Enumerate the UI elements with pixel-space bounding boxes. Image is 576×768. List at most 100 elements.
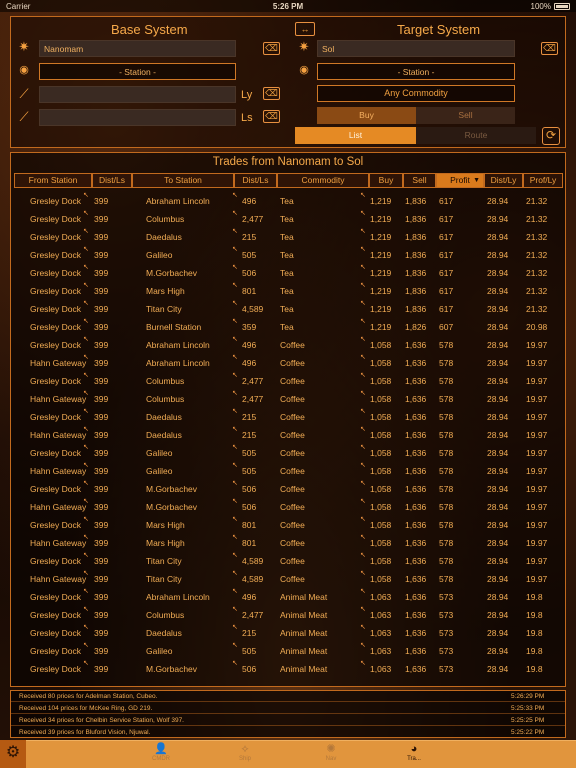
table-row[interactable]: Hahn Gateway 399 M.Gorbachev 506 Coffee 1,058… [14, 497, 564, 515]
table-cell: 19.97 [526, 376, 548, 386]
table-cell: 215 [242, 628, 257, 638]
table-row[interactable]: Gresley Dock 399 Abraham Lincoln 496 Coffee 1… [14, 335, 564, 353]
table-row[interactable]: Gresley Dock 399 Daedalus 215 Animal Meat 1,0… [14, 623, 564, 641]
clear-icon[interactable]: ⌫ [541, 42, 558, 55]
table-cell: 399 [94, 448, 109, 458]
table-row[interactable]: Gresley Dock 399 Columbus 2,477 Animal Meat 1… [14, 605, 564, 623]
tab-cmdr[interactable]: 👤 CMDR [131, 743, 191, 767]
route-tab[interactable]: Route [416, 127, 536, 144]
table-cell: 28.94 [487, 484, 509, 494]
table-row[interactable]: Gresley Dock 399 Abraham Lincoln 496 Animal … [14, 587, 564, 605]
corner-tick-icon: ↖ [360, 588, 366, 595]
table-row[interactable]: Hahn Gateway 399 Daedalus 215 Coffee 1,058 1,6… [14, 425, 564, 443]
base-distance-ly-input[interactable] [39, 86, 236, 103]
table-row[interactable]: Gresley Dock 399 Galileo 505 Tea 1,219 1,836 61… [14, 245, 564, 263]
corner-tick-icon: ↖ [232, 426, 238, 433]
table-cell: 28.94 [487, 610, 509, 620]
column-header[interactable]: Sell [403, 173, 436, 188]
table-cell: 1,058 [370, 502, 392, 512]
target-station-selector[interactable]: - Station - [317, 63, 515, 80]
gear-icon[interactable]: ⚙ [0, 740, 26, 768]
corner-tick-icon: ↖ [83, 336, 89, 343]
table-cell: 1,636 [405, 538, 427, 548]
table-cell: 1,058 [370, 358, 392, 368]
table-cell: 28.94 [487, 394, 509, 404]
table-cell: 399 [94, 538, 109, 548]
corner-tick-icon: ↖ [232, 282, 238, 289]
table-row[interactable]: Hahn Gateway 399 Mars High 801 Coffee 1,058 1,… [14, 533, 564, 551]
column-header[interactable]: From Station [14, 173, 92, 188]
table-cell: 1,063 [370, 628, 392, 638]
target-system-input[interactable]: Sol [317, 40, 515, 57]
table-cell: Gresley Dock [30, 214, 82, 224]
clear-icon[interactable]: ⌫ [263, 42, 280, 55]
base-distance-ls-input[interactable] [39, 109, 236, 126]
table-cell: 1,219 [370, 322, 392, 332]
clear-icon[interactable]: ⌫ [263, 87, 280, 100]
swap-icon[interactable]: ↔ [295, 22, 315, 36]
table-cell: 399 [94, 232, 109, 242]
column-header[interactable]: Prof/Ly [523, 173, 563, 188]
table-row[interactable]: Gresley Dock 399 Columbus 2,477 Coffee 1,058 1… [14, 371, 564, 389]
column-header[interactable]: Dist/Ls [92, 173, 132, 188]
table-row[interactable]: Gresley Dock 399 Galileo 505 Animal Meat 1,06… [14, 641, 564, 659]
table-cell: 578 [439, 556, 454, 566]
table-row[interactable]: Gresley Dock 399 Abraham Lincoln 496 Tea 1,21… [14, 191, 564, 209]
table-row[interactable]: Gresley Dock 399 M.Gorbachev 506 Animal Meat… [14, 659, 564, 677]
table-cell: 801 [242, 286, 257, 296]
table-row[interactable]: Gresley Dock 399 Daedalus 215 Tea 1,219 1,836 6… [14, 227, 564, 245]
table-cell: Gresley Dock [30, 646, 82, 656]
table-cell: 28.94 [487, 340, 509, 350]
table-row[interactable]: Gresley Dock 399 Mars High 801 Tea 1,219 1,836… [14, 281, 564, 299]
table-row[interactable]: Gresley Dock 399 M.Gorbachev 506 Coffee 1,058… [14, 479, 564, 497]
table-row[interactable]: Gresley Dock 399 Mars High 801 Coffee 1,058 1,… [14, 515, 564, 533]
list-tab[interactable]: List [295, 127, 416, 144]
column-header[interactable]: Buy [369, 173, 403, 188]
table-cell: Burnell Station [146, 322, 202, 332]
table-row[interactable]: Hahn Gateway 399 Titan City 4,589 Coffee 1,05… [14, 569, 564, 587]
table-cell: 399 [94, 214, 109, 224]
tab-tra[interactable]: ◕ Tra... [384, 743, 444, 767]
corner-tick-icon: ↖ [360, 372, 366, 379]
table-cell: Tea [280, 214, 294, 224]
table-row[interactable]: Hahn Gateway 399 Galileo 505 Coffee 1,058 1,63… [14, 461, 564, 479]
buy-toggle[interactable]: Buy [317, 107, 416, 124]
tab-nav[interactable]: ✺ Nav [301, 743, 361, 767]
table-row[interactable]: Gresley Dock 399 Galileo 505 Coffee 1,058 1,63… [14, 443, 564, 461]
refresh-icon[interactable]: ⟳ [542, 127, 560, 145]
base-system-input[interactable]: Nanomam [39, 40, 236, 57]
corner-tick-icon: ↖ [360, 462, 366, 469]
table-cell: Mars High [146, 520, 185, 530]
corner-tick-icon: ↖ [83, 462, 89, 469]
column-header[interactable]: Dist/Ly [484, 173, 523, 188]
table-cell: 19.97 [526, 412, 548, 422]
table-row[interactable]: Gresley Dock 399 M.Gorbachev 506 Tea 1,219 1,8… [14, 263, 564, 281]
base-station-selector[interactable]: - Station - [39, 63, 236, 80]
table-row[interactable]: Gresley Dock 399 Columbus 2,477 Tea 1,219 1,83… [14, 209, 564, 227]
tab-ship[interactable]: ⟡ Ship [215, 743, 275, 767]
table-row[interactable]: Gresley Dock 399 Titan City 4,589 Tea 1,219 1,… [14, 299, 564, 317]
tab-label: CMDR [152, 756, 170, 762]
clear-icon[interactable]: ⌫ [263, 110, 280, 123]
table-row[interactable]: Gresley Dock 399 Daedalus 215 Coffee 1,058 1,6… [14, 407, 564, 425]
table-cell: 28.94 [487, 304, 509, 314]
column-header[interactable]: Profit ▼ [436, 173, 484, 188]
column-header[interactable]: To Station [132, 173, 234, 188]
table-row[interactable]: Gresley Dock 399 Titan City 4,589 Coffee 1,05… [14, 551, 564, 569]
table-cell: 399 [94, 304, 109, 314]
column-header[interactable]: Dist/Ls [234, 173, 277, 188]
table-row[interactable]: Hahn Gateway 399 Abraham Lincoln 496 Coffee 1… [14, 353, 564, 371]
corner-tick-icon: ↖ [83, 282, 89, 289]
table-cell: 801 [242, 538, 257, 548]
column-header[interactable]: Commodity [277, 173, 369, 188]
table-cell: 1,636 [405, 574, 427, 584]
table-cell: Tea [280, 268, 294, 278]
commodity-selector[interactable]: Any Commodity [317, 85, 515, 102]
table-row[interactable]: Hahn Gateway 399 Columbus 2,477 Coffee 1,058 1… [14, 389, 564, 407]
table-cell: 21.32 [526, 268, 548, 278]
sell-toggle[interactable]: Sell [416, 107, 515, 124]
corner-tick-icon: ↖ [232, 318, 238, 325]
corner-tick-icon: ↖ [83, 300, 89, 307]
tab-label: Nav [325, 756, 337, 762]
table-row[interactable]: Gresley Dock 399 Burnell Station 359 Tea 1,21… [14, 317, 564, 335]
